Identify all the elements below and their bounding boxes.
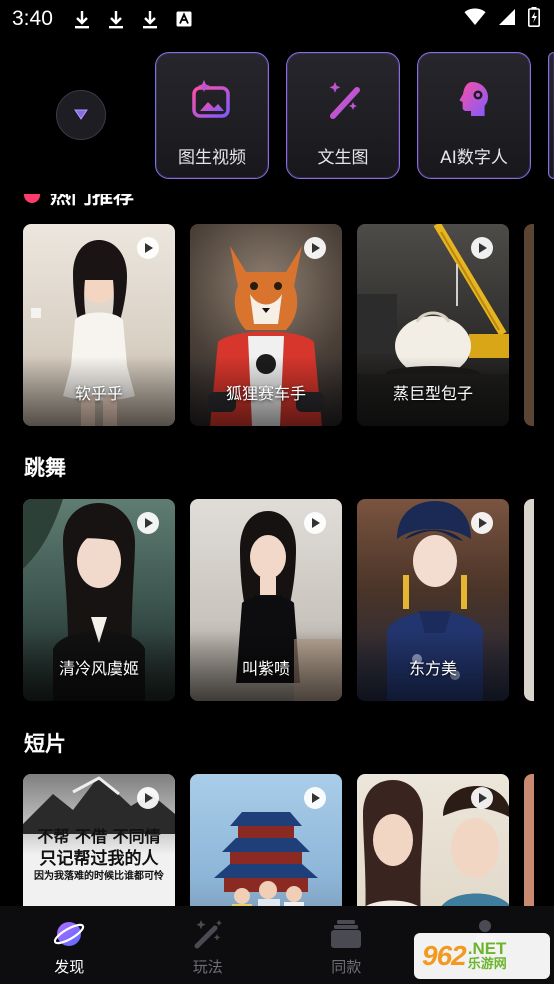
- tool-card-partial[interactable]: [548, 52, 554, 179]
- play-icon: [471, 787, 493, 809]
- collapse-button[interactable]: [56, 90, 106, 140]
- tool-image-to-video[interactable]: 图生视频: [155, 52, 269, 179]
- nav-label: 玩法: [192, 958, 223, 976]
- poster-line: 因为我落难的时候比谁都可怜: [34, 871, 164, 882]
- video-card[interactable]: 狐狸赛车手: [190, 224, 342, 426]
- card-row-dance: 清冷风虞姬 叫紫啧 东方美: [23, 499, 554, 701]
- watermark-domain: .NET: [467, 938, 507, 958]
- triangle-down-icon: [74, 106, 88, 125]
- content-feed[interactable]: 热门推荐 软乎乎 狐狸赛车手 蒸巨型包子 跳舞 清冷风虞姬 叫紫啧 东方美 短片…: [0, 194, 554, 906]
- play-icon: [304, 787, 326, 809]
- nav-discover[interactable]: 发现: [0, 906, 139, 984]
- play-icon: [137, 512, 159, 534]
- stack-icon: [329, 918, 363, 950]
- video-title: 叫紫啧: [241, 659, 290, 678]
- tool-row: 图生视频 文生图 AI数字人: [0, 38, 554, 194]
- tool-ai-avatar[interactable]: AI数字人: [417, 52, 531, 179]
- video-title: 软乎乎: [74, 384, 123, 403]
- nav-play[interactable]: 玩法: [139, 906, 278, 984]
- play-icon: [471, 512, 493, 534]
- image-sparkle-icon: [189, 77, 235, 123]
- nav-label: 发现: [54, 958, 85, 976]
- video-title: 蒸巨型包子: [392, 384, 473, 403]
- play-icon: [304, 512, 326, 534]
- download-icon: [105, 8, 127, 30]
- play-icon: [137, 787, 159, 809]
- card-row-shorts: 不帮 不借 不同情 只记帮过我的人 因为我落难的时候比谁都可怜: [23, 774, 554, 906]
- video-card[interactable]: 东方美: [357, 499, 509, 701]
- play-icon: [304, 237, 326, 259]
- video-card-peek[interactable]: [524, 224, 534, 426]
- hot-dot-icon: [24, 194, 40, 203]
- wifi-icon: [464, 8, 486, 30]
- nav-label: 同款: [331, 958, 362, 976]
- video-card[interactable]: 蒸巨型包子: [357, 224, 509, 426]
- magic-wand-icon: [320, 77, 366, 123]
- poster-line: 不帮 不借 不同情: [37, 827, 161, 846]
- poster-line: 只记帮过我的人: [39, 849, 159, 869]
- tool-label: 图生视频: [178, 148, 246, 168]
- section-title: 热门推荐: [50, 194, 134, 208]
- site-watermark: 962 .NET 乐游网: [414, 933, 550, 979]
- video-card[interactable]: 不帮 不借 不同情 只记帮过我的人 因为我落难的时候比谁都可怜: [23, 774, 175, 906]
- video-card-peek[interactable]: [524, 499, 534, 701]
- download-icon: [139, 8, 161, 30]
- video-card[interactable]: [357, 774, 509, 906]
- video-title: 狐狸赛车手: [225, 384, 306, 403]
- watermark-number: 962: [422, 940, 467, 971]
- a-box-icon: [173, 8, 195, 30]
- video-card[interactable]: 叫紫啧: [190, 499, 342, 701]
- tool-label: 文生图: [317, 148, 369, 168]
- magic-wand-icon: [191, 918, 225, 950]
- battery-icon: [528, 7, 540, 31]
- planet-icon: [52, 918, 86, 950]
- watermark-sub: 乐游网: [467, 956, 507, 972]
- play-icon: [471, 237, 493, 259]
- status-time: 3:40: [12, 7, 53, 30]
- video-title: 清冷风虞姬: [58, 659, 139, 678]
- nav-same-style[interactable]: 同款: [277, 906, 416, 984]
- status-bar: 3:40: [0, 0, 554, 38]
- video-card[interactable]: 软乎乎: [23, 224, 175, 426]
- ai-head-icon: [451, 77, 497, 123]
- download-icon: [71, 8, 93, 30]
- section-header-hot: 热门推荐: [24, 194, 134, 210]
- section-title: 跳舞: [24, 456, 66, 480]
- video-card[interactable]: [190, 774, 342, 906]
- signal-icon: [498, 8, 516, 30]
- video-card-peek[interactable]: [524, 774, 534, 906]
- tool-label: AI数字人: [440, 148, 508, 168]
- video-card[interactable]: 清冷风虞姬: [23, 499, 175, 701]
- play-icon: [137, 237, 159, 259]
- video-title: 东方美: [408, 659, 457, 678]
- tool-text-to-image[interactable]: 文生图: [286, 52, 400, 179]
- section-title: 短片: [24, 732, 66, 756]
- poster-text: 不帮 不借 不同情 只记帮过我的人 因为我落难的时候比谁都可怜: [23, 826, 175, 884]
- card-row-hot: 软乎乎 狐狸赛车手 蒸巨型包子: [23, 224, 554, 426]
